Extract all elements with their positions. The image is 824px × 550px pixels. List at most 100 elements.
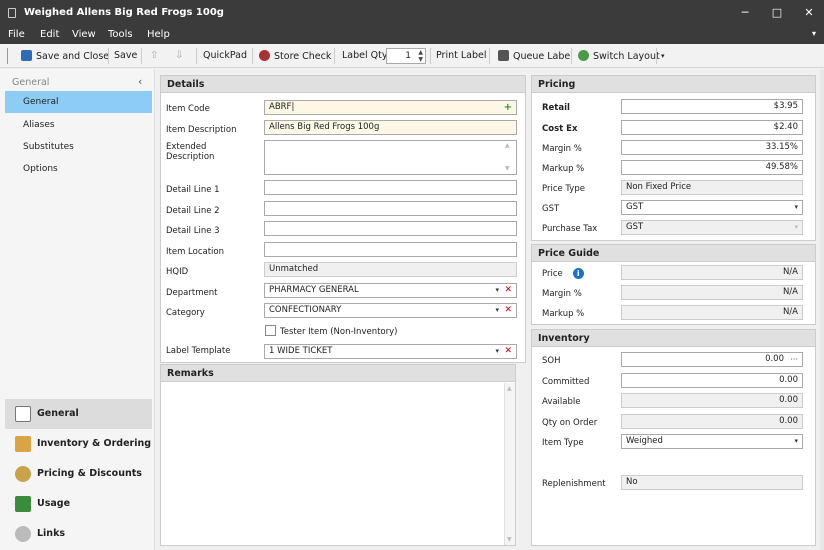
clear-icon[interactable]: ✕ [504, 304, 512, 317]
switch-layout-dropdown-icon[interactable]: ▾ [661, 52, 665, 60]
menu-view[interactable]: View [72, 29, 96, 40]
menu-overflow-icon[interactable]: ▾ [812, 29, 816, 38]
menu-help[interactable]: Help [147, 29, 170, 40]
queue-label-button[interactable]: Queue Label [498, 50, 573, 62]
price-label: Price i [542, 268, 584, 279]
scroll-down-icon[interactable]: ▼ [505, 165, 510, 172]
markup-input[interactable]: 49.58% [621, 160, 803, 175]
arrow-up-icon[interactable]: ⇧ [150, 50, 158, 61]
item-description-input[interactable]: Allens Big Red Frogs 100g [264, 120, 517, 135]
right-edge [820, 69, 824, 550]
department-select[interactable]: PHARMACY GENERAL ▾ ✕ [264, 283, 517, 298]
pricing-panel: Pricing Retail $3.95 Cost Ex $2.40 Margi… [531, 75, 816, 241]
scroll-up-icon[interactable]: ▲ [507, 385, 512, 392]
printer-icon [498, 50, 509, 61]
scroll-down-icon[interactable]: ▼ [507, 536, 512, 543]
available-label: Available [542, 397, 581, 407]
tester-item-checkbox[interactable] [265, 325, 276, 336]
cost-ex-input[interactable]: $2.40 [621, 120, 803, 135]
detail-line-1-input[interactable] [264, 180, 517, 195]
nav-general[interactable]: General [5, 399, 152, 429]
detail-line-3-input[interactable] [264, 221, 517, 236]
inventory-header: Inventory [532, 330, 815, 347]
retail-input[interactable]: $3.95 [621, 99, 803, 114]
menu-file[interactable]: File [8, 29, 25, 40]
soh-input[interactable]: 0.00 ··· [621, 352, 803, 367]
save-button[interactable]: Save [114, 50, 137, 61]
gst-select[interactable]: GST ▾ [621, 200, 803, 215]
inventory-panel: Inventory SOH 0.00 ··· Committed 0.00 Av… [531, 329, 816, 546]
remarks-scrollbar[interactable]: ▲ ▼ [504, 383, 515, 545]
replenishment-value: No [621, 475, 803, 490]
switch-layout-button[interactable]: Switch Layout [578, 50, 660, 62]
window-title: Weighed Allens Big Red Frogs 100g [24, 7, 224, 18]
nav-links[interactable]: Links [5, 519, 152, 549]
sidebar-item-options[interactable]: Options [5, 158, 152, 180]
nav-inventory-ordering[interactable]: Inventory & Ordering [5, 429, 152, 459]
add-icon[interactable]: + [504, 101, 512, 114]
item-location-input[interactable] [264, 242, 517, 257]
save-and-close-button[interactable]: Save and Close [21, 50, 109, 62]
label-qty-stepper[interactable]: 1 ▲ ▼ [386, 48, 426, 64]
link-icon [15, 526, 31, 542]
clear-icon[interactable]: ✕ [504, 345, 512, 358]
retail-label: Retail [542, 103, 570, 113]
toolbar-grip[interactable] [7, 48, 8, 64]
extended-description-label-2: Description [166, 152, 215, 162]
quickpad-button[interactable]: QuickPad [203, 50, 247, 61]
extended-description-label-1: Extended [166, 142, 207, 152]
price-guide-header: Price Guide [532, 245, 815, 262]
nav-usage[interactable]: Usage [5, 489, 152, 519]
guide-markup-value: N/A [621, 305, 803, 320]
close-button[interactable]: ✕ [798, 5, 820, 21]
chevron-down-icon[interactable]: ▾ [794, 435, 798, 448]
more-icon[interactable]: ··· [790, 353, 798, 366]
item-type-label: Item Type [542, 438, 584, 448]
store-check-button[interactable]: Store Check [259, 50, 331, 62]
menu-tools[interactable]: Tools [108, 29, 133, 40]
menu-edit[interactable]: Edit [40, 29, 59, 40]
sidebar-item-general[interactable]: General [5, 91, 152, 113]
margin-input[interactable]: 33.15% [621, 140, 803, 155]
chevron-down-icon[interactable]: ▾ [495, 304, 499, 317]
item-description-label: Item Description [166, 125, 237, 135]
clear-icon[interactable]: ✕ [504, 284, 512, 297]
sidebar-item-substitutes[interactable]: Substitutes [5, 136, 152, 158]
committed-label: Committed [542, 377, 590, 387]
detail-line-2-input[interactable] [264, 201, 517, 216]
app-icon [8, 8, 16, 18]
committed-input[interactable]: 0.00 [621, 373, 803, 388]
replenishment-label: Replenishment [542, 479, 606, 489]
label-template-select[interactable]: 1 WIDE TICKET ▾ ✕ [264, 344, 517, 359]
switch-layout-icon [578, 50, 589, 61]
nav-pricing-discounts[interactable]: Pricing & Discounts [5, 459, 152, 489]
decrement-icon[interactable]: ▼ [418, 56, 423, 63]
arrow-down-icon[interactable]: ⇩ [175, 50, 183, 61]
extended-description-input[interactable] [264, 140, 517, 175]
chevron-down-icon[interactable]: ▾ [495, 284, 499, 297]
item-type-select[interactable]: Weighed ▾ [621, 434, 803, 449]
sidebar-item-aliases[interactable]: Aliases [5, 114, 152, 136]
category-select[interactable]: CONFECTIONARY ▾ ✕ [264, 303, 517, 318]
print-label-button[interactable]: Print Label [436, 50, 487, 61]
item-code-input[interactable]: ABRF| + [264, 100, 517, 115]
maximize-button[interactable]: □ [766, 5, 788, 21]
remarks-panel: Remarks ▲ ▼ [160, 364, 516, 546]
save-icon [21, 50, 32, 61]
pricing-header: Pricing [532, 76, 815, 93]
title-bar: Weighed Allens Big Red Frogs 100g ─ □ ✕ [0, 0, 824, 26]
details-panel: Details Item Code ABRF| + Item Descripti… [160, 75, 526, 363]
detail-line-1-label: Detail Line 1 [166, 185, 220, 195]
chevron-down-icon[interactable]: ▾ [794, 201, 798, 214]
markup-label: Markup % [542, 164, 585, 174]
details-header: Details [161, 76, 525, 93]
gst-label: GST [542, 204, 560, 214]
collapse-icon[interactable]: ‹ [138, 75, 142, 88]
scroll-up-icon[interactable]: ▲ [505, 142, 510, 149]
info-icon[interactable]: i [572, 268, 584, 279]
increment-icon[interactable]: ▲ [418, 49, 423, 56]
detail-line-3-label: Detail Line 3 [166, 226, 220, 236]
chevron-down-icon[interactable]: ▾ [495, 345, 499, 358]
minimize-button[interactable]: ─ [734, 5, 756, 21]
remarks-textarea[interactable] [163, 385, 503, 543]
